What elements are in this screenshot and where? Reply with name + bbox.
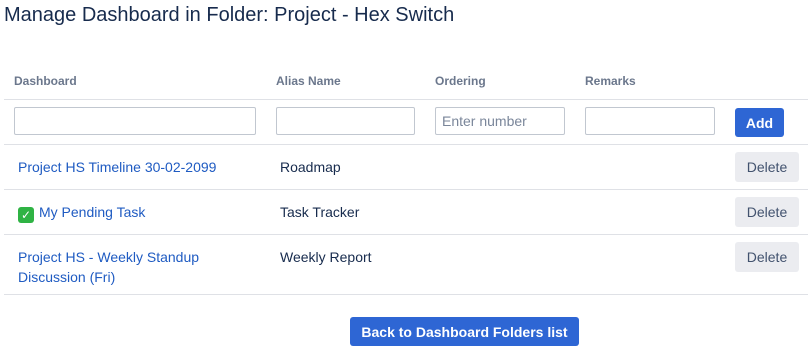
dashboard-input[interactable] xyxy=(14,107,256,135)
back-to-folders-button[interactable]: Back to Dashboard Folders list xyxy=(350,317,579,346)
dashboard-link[interactable]: Project HS - Weekly Standup Discussion (… xyxy=(18,247,238,287)
table-row: Project HS - Weekly Standup Discussion (… xyxy=(4,235,808,295)
remarks-input[interactable] xyxy=(585,107,715,135)
ordering-input[interactable] xyxy=(435,107,565,135)
alias-name: Roadmap xyxy=(280,159,341,175)
table-header: Dashboard Alias Name Ordering Remarks xyxy=(4,60,808,100)
dashboard-table: Dashboard Alias Name Ordering Remarks Ad… xyxy=(4,60,808,295)
alias-name: Weekly Report xyxy=(280,249,372,265)
input-row: Add xyxy=(4,100,808,145)
header-dashboard: Dashboard xyxy=(14,74,77,88)
delete-button[interactable]: Delete xyxy=(735,242,799,272)
dashboard-link-label: My Pending Task xyxy=(39,204,146,220)
table-row: ✓ My Pending Task Task Tracker Delete xyxy=(4,190,808,235)
table-row: Project HS Timeline 30-02-2099 Roadmap D… xyxy=(4,145,808,190)
header-remarks: Remarks xyxy=(585,74,636,88)
add-button[interactable]: Add xyxy=(735,108,784,137)
alias-name: Task Tracker xyxy=(280,204,360,220)
header-alias-name: Alias Name xyxy=(276,74,341,88)
delete-button[interactable]: Delete xyxy=(735,197,799,227)
delete-button[interactable]: Delete xyxy=(735,152,799,182)
dashboard-link[interactable]: Project HS Timeline 30-02-2099 xyxy=(18,157,216,177)
page-title: Manage Dashboard in Folder: Project - He… xyxy=(4,4,455,26)
dashboard-link[interactable]: ✓ My Pending Task xyxy=(18,202,145,223)
check-mark-icon: ✓ xyxy=(18,207,34,223)
header-ordering: Ordering xyxy=(435,74,486,88)
alias-name-input[interactable] xyxy=(276,107,415,135)
